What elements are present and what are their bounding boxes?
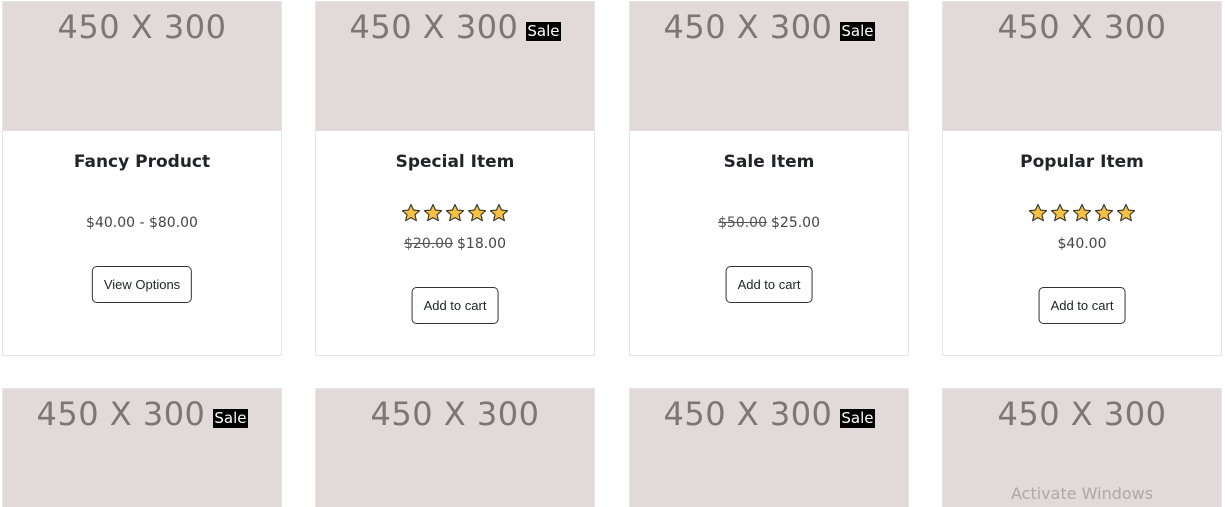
product-card-sale-item: 450 X 300 Sale Sale Item $50.00 $25.00 Ad… xyxy=(629,1,909,356)
star-icon xyxy=(401,203,421,222)
add-to-cart-button[interactable]: Add to cart xyxy=(725,266,813,303)
placeholder-text: 450 X 300 xyxy=(57,8,227,46)
star-icon xyxy=(1028,203,1048,222)
star-icon xyxy=(1050,203,1070,222)
product-image-placeholder: 450 X 300 Sale xyxy=(3,389,281,507)
price-current: $40.00 xyxy=(1057,236,1107,252)
product-image-placeholder: 450 X 300 Sale xyxy=(630,2,908,131)
product-title: Special Item xyxy=(395,152,515,172)
product-card: 450 X 300 xyxy=(315,388,595,507)
placeholder-text: 450 X 300 xyxy=(370,395,540,433)
placeholder-text: 450 X 300 xyxy=(36,395,206,433)
product-price: $40.00 - $80.00 xyxy=(3,215,281,231)
product-image-placeholder: 450 X 300 xyxy=(943,2,1221,131)
price-current: $18.00 xyxy=(457,236,506,252)
product-card-popular-item: 450 X 300 Popular Item $40.00 Add to car… xyxy=(942,1,1222,356)
star-icon xyxy=(1116,203,1136,222)
star-icon xyxy=(1072,203,1092,222)
product-title: Fancy Product xyxy=(73,152,211,172)
product-image-placeholder: 450 X 300 Sale xyxy=(630,389,908,507)
star-rating xyxy=(316,203,594,223)
placeholder-text: 450 X 300 xyxy=(997,8,1167,46)
product-price: $40.00 xyxy=(943,236,1221,252)
product-title: Popular Item xyxy=(1020,152,1144,172)
star-icon xyxy=(489,203,509,222)
product-card-fancy-product: 450 X 300 Fancy Product $40.00 - $80.00 … xyxy=(2,1,282,356)
star-icon xyxy=(1094,203,1114,222)
product-image-placeholder: 450 X 300 xyxy=(3,2,281,131)
star-rating xyxy=(943,203,1221,223)
product-image-placeholder: 450 X 300 Sale xyxy=(316,2,594,131)
product-grid: 450 X 300 Fancy Product $40.00 - $80.00 … xyxy=(0,0,1225,507)
product-image-placeholder: 450 X 300 xyxy=(316,389,594,507)
product-card-special-item: 450 X 300 Sale Special Item $20.00 $18.00… xyxy=(315,1,595,356)
star-icon xyxy=(445,203,465,222)
product-price: $20.00 $18.00 xyxy=(316,236,594,252)
sale-badge: Sale xyxy=(526,21,561,41)
placeholder-text: 450 X 300 xyxy=(349,8,519,46)
add-to-cart-button[interactable]: Add to cart xyxy=(1038,287,1126,324)
placeholder-text: 450 X 300 xyxy=(663,395,833,433)
add-to-cart-button[interactable]: Add to cart xyxy=(411,287,499,324)
sale-badge: Sale xyxy=(840,21,875,41)
price-old: $20.00 xyxy=(404,236,453,252)
activate-windows-watermark: Activate Windows xyxy=(1011,484,1154,503)
product-card: 450 X 300 Sale xyxy=(629,388,909,507)
star-icon xyxy=(423,203,443,222)
product-price: $50.00 $25.00 xyxy=(630,215,908,231)
product-card: 450 X 300 Sale xyxy=(2,388,282,507)
star-icon xyxy=(467,203,487,222)
view-options-button[interactable]: View Options xyxy=(91,266,193,303)
price-current: $25.00 xyxy=(771,215,820,231)
product-title: Sale Item xyxy=(723,152,815,172)
sale-badge: Sale xyxy=(840,408,875,428)
price-old: $50.00 xyxy=(718,215,767,231)
placeholder-text: 450 X 300 xyxy=(997,395,1167,433)
placeholder-text: 450 X 300 xyxy=(663,8,833,46)
sale-badge: Sale xyxy=(213,408,248,428)
price-current: $40.00 - $80.00 xyxy=(86,215,198,231)
